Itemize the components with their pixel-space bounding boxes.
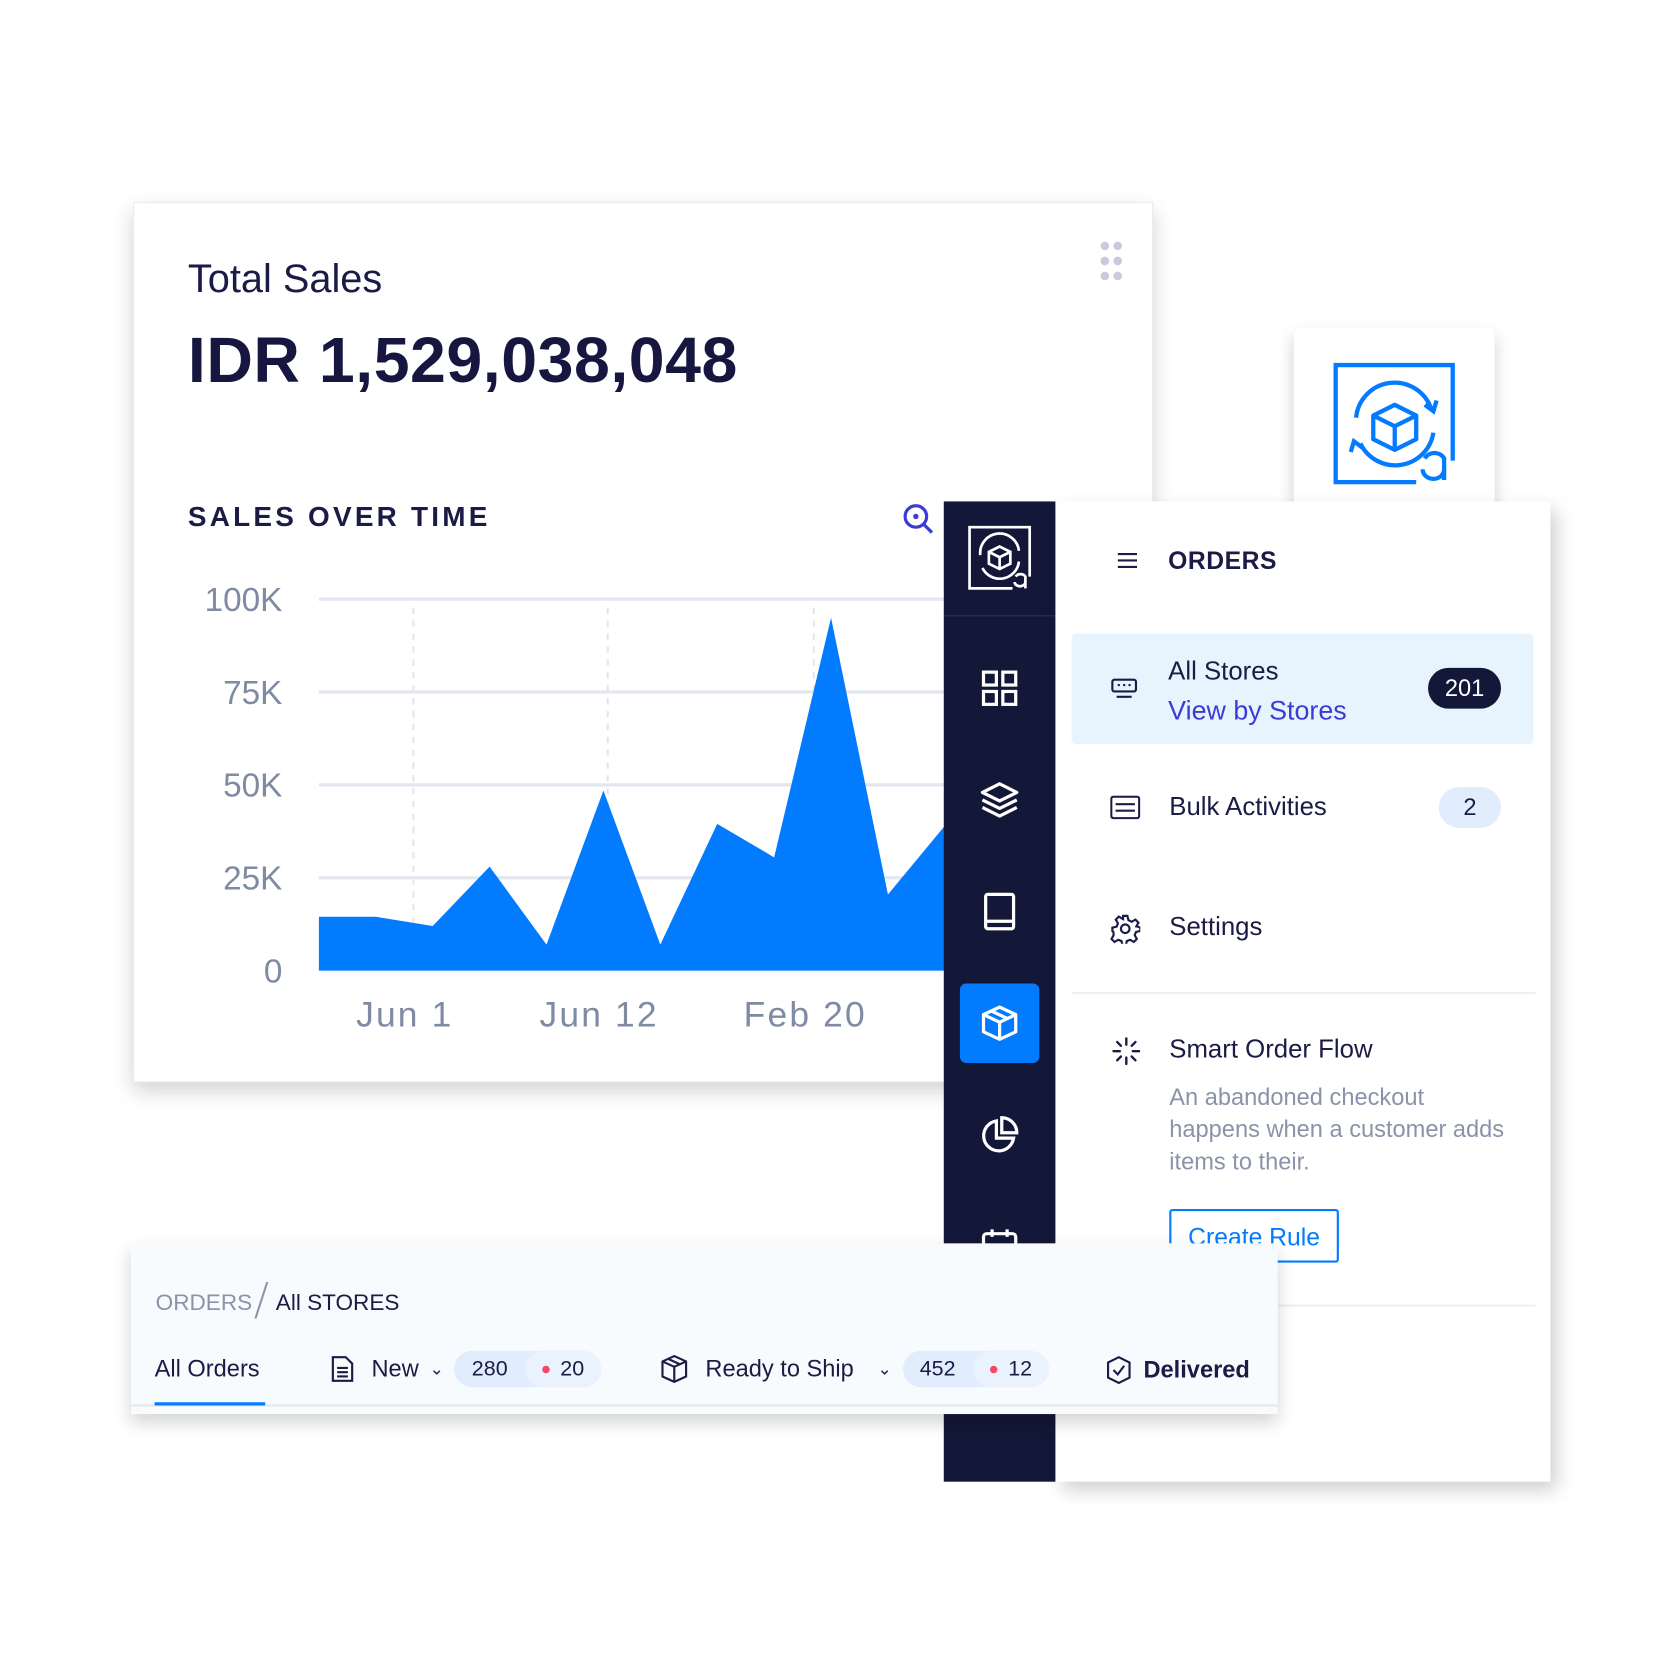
active-tab-indicator (154, 1402, 266, 1406)
nav-item-label: Bulk Activities (1169, 792, 1327, 822)
view-by-stores-link[interactable]: View by Stores (1168, 696, 1347, 727)
sparkle-icon (1112, 1037, 1141, 1066)
tab-label: Ready to Ship (705, 1355, 854, 1382)
list-icon (1110, 795, 1141, 820)
alert-count-wrap: 12 (972, 1350, 1050, 1388)
x-tick-label: Jun 12 (539, 994, 658, 1034)
nav-item-settings[interactable]: Settings (1072, 890, 1534, 965)
x-tick-label: Jun 1 (356, 994, 453, 1034)
count: 280 (471, 1356, 508, 1381)
chevron-down-icon[interactable]: ⌄ (877, 1358, 891, 1379)
rail-item-dashboard[interactable] (960, 649, 1039, 728)
layers-icon (980, 782, 1019, 818)
tab-delivered[interactable]: Delivered (1105, 1355, 1250, 1385)
menu-icon[interactable] (1117, 552, 1138, 568)
chevron-down-icon[interactable]: ⌄ (429, 1358, 443, 1379)
store-icon (1111, 678, 1138, 698)
tab-label: Delivered (1143, 1356, 1250, 1383)
divider (130, 1404, 1278, 1407)
alert-count-wrap: 20 (524, 1350, 602, 1388)
book-icon (984, 892, 1016, 931)
rail-item-catalog[interactable] (960, 872, 1039, 951)
nav-item-label: All Stores (1168, 657, 1279, 687)
rail-item-orders[interactable] (959, 983, 1040, 1063)
y-tick-label: 25K (223, 861, 282, 898)
count-badge: 2 (1438, 787, 1502, 828)
count-badge: 201 (1428, 667, 1502, 709)
grid-icon (981, 670, 1018, 706)
alert-count: 20 (560, 1356, 585, 1381)
tab-ready-to-ship[interactable]: Ready to Ship ⌄ 452 12 (660, 1350, 1050, 1388)
check-badge-icon (1106, 1355, 1131, 1385)
y-tick-label: 50K (223, 768, 282, 805)
divider (943, 615, 1056, 617)
tab-label: New (371, 1355, 419, 1382)
count-pill: 280 20 (454, 1350, 602, 1388)
nav-item-label: Settings (1169, 912, 1263, 942)
x-tick-label: Feb 20 (744, 994, 867, 1034)
breadcrumb-current: All STORES (275, 1290, 400, 1316)
breadcrumb: ORDERS All STORES (156, 1273, 400, 1319)
app-logo-card (1293, 327, 1495, 523)
tab-label: All Orders (154, 1355, 260, 1382)
tab-all-orders[interactable]: All Orders (155, 1355, 260, 1383)
alert-count: 12 (1008, 1356, 1033, 1381)
y-tick-label: 75K (223, 675, 282, 712)
app-logo-icon (1333, 362, 1455, 485)
count: 452 (919, 1356, 956, 1381)
panel-title: ORDERS (1168, 546, 1278, 575)
tab-new[interactable]: New ⌄ 280 20 (331, 1350, 602, 1388)
divider (1071, 992, 1536, 995)
nav-item-all-stores[interactable]: All Stores View by Stores 201 (1071, 633, 1534, 745)
box-icon (981, 1005, 1018, 1041)
app-logo-icon[interactable] (967, 525, 1032, 592)
gear-icon (1110, 914, 1141, 944)
orders-status-bar: ORDERS All STORES All Orders New ⌄ 280 20 … (130, 1243, 1278, 1415)
alert-dot-icon (542, 1365, 550, 1373)
smart-order-flow-description: An abandoned checkout happens when a cus… (1169, 1083, 1505, 1175)
package-icon (661, 1355, 688, 1383)
breadcrumb-orders[interactable]: ORDERS (156, 1291, 252, 1316)
y-tick-label: 100K (205, 582, 283, 619)
document-icon (331, 1356, 354, 1382)
smart-order-flow-title: Smart Order Flow (1169, 1035, 1373, 1065)
nav-item-bulk-activities[interactable]: Bulk Activities 2 (1072, 770, 1534, 845)
y-tick-label: 0 (264, 953, 283, 990)
rail-item-layers[interactable] (960, 760, 1039, 839)
breadcrumb-separator (254, 1281, 269, 1319)
alert-dot-icon (989, 1365, 998, 1373)
pie-chart-icon (982, 1116, 1019, 1153)
rail-item-reports[interactable] (960, 1095, 1039, 1174)
count-pill: 452 12 (902, 1350, 1050, 1388)
